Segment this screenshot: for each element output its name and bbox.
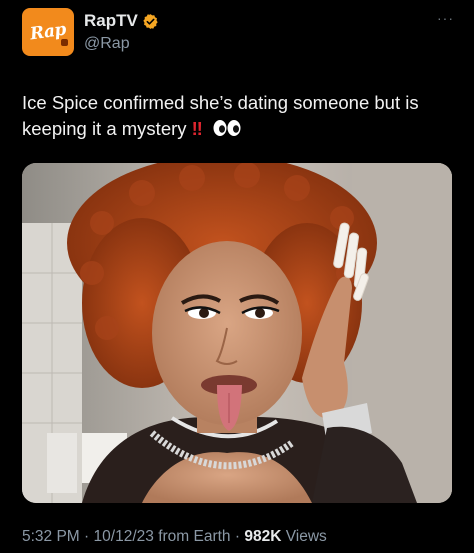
meta-separator-2: ·	[234, 528, 241, 545]
author-handle[interactable]: @Rap	[84, 35, 159, 53]
tweet-text: Ice Spice confirmed she’s dating someone…	[22, 90, 462, 142]
tweet-header: Rap RapTV @Rap ···	[22, 8, 462, 60]
tweet-date[interactable]: 10/12/23	[94, 528, 154, 545]
tweet-time[interactable]: 5:32 PM	[22, 528, 80, 545]
more-options-icon[interactable]: ···	[437, 10, 454, 26]
display-name[interactable]: RapTV	[84, 11, 138, 31]
double-exclamation-emoji: ‼	[191, 118, 203, 139]
eyes-emoji-icon	[213, 120, 241, 136]
verified-badge-icon	[143, 13, 158, 29]
meta-separator: ·	[84, 528, 90, 545]
tweet-source: from Earth	[158, 528, 231, 545]
tweet-meta: 5:32 PM · 10/12/23 from Earth · 982K Vie…	[22, 528, 327, 546]
views-label: Views	[285, 528, 327, 545]
views-count[interactable]: 982K	[244, 528, 281, 545]
author-names: RapTV @Rap	[84, 10, 159, 53]
tweet-photo[interactable]	[22, 163, 452, 503]
photo-illustration	[22, 163, 452, 503]
avatar[interactable]: Rap	[22, 8, 74, 56]
avatar-badge	[61, 39, 68, 46]
display-name-row: RapTV	[84, 10, 159, 32]
